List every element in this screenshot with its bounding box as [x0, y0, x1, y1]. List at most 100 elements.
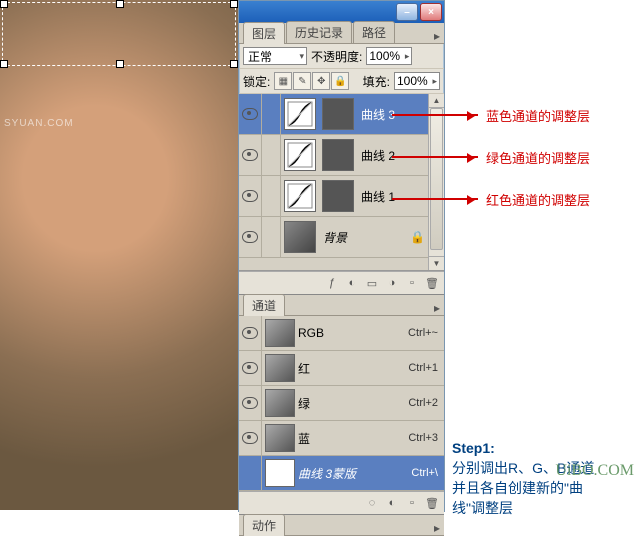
visibility-toggle[interactable]: [239, 135, 262, 175]
channels-tabs: 通道 ▸: [239, 295, 444, 316]
arrow-icon: [392, 156, 478, 158]
transform-bounding-box[interactable]: [2, 2, 236, 66]
link-column[interactable]: [262, 94, 281, 134]
page-watermark: UiBO.COM: [555, 462, 634, 480]
channel-list: RGB Ctrl+~ 红 Ctrl+1 绿 Ctrl+2 蓝 Ctrl+3: [239, 316, 444, 491]
tab-actions[interactable]: 动作: [243, 514, 285, 536]
tab-history[interactable]: 历史记录: [286, 21, 352, 43]
lock-label: 锁定:: [243, 73, 270, 90]
visibility-toggle[interactable]: [239, 316, 262, 350]
minimize-button[interactable]: –: [396, 3, 418, 21]
channel-row-green[interactable]: 绿 Ctrl+2: [239, 386, 444, 421]
visibility-toggle[interactable]: [239, 176, 262, 216]
mask-thumb[interactable]: [322, 180, 354, 212]
channel-thumb[interactable]: [265, 319, 295, 347]
document-canvas[interactable]: SYUAN.COM: [0, 0, 238, 510]
link-column[interactable]: [262, 176, 281, 216]
palette-titlebar[interactable]: – ×: [239, 1, 444, 23]
load-selection-icon[interactable]: ◌: [364, 495, 380, 511]
lock-row: 锁定: ▦ ✎ ✥ 🔒 填充: 100%: [239, 69, 444, 94]
lock-move-icon[interactable]: ✥: [312, 72, 330, 90]
adjustment-thumb[interactable]: [284, 98, 316, 130]
step-title: Step1:: [452, 438, 495, 458]
channel-thumb[interactable]: [265, 354, 295, 382]
panel-menu-icon[interactable]: ▸: [430, 521, 444, 535]
lock-paint-icon[interactable]: ✎: [293, 72, 311, 90]
visibility-toggle[interactable]: [239, 386, 262, 420]
opacity-input[interactable]: 100%: [366, 47, 412, 65]
palette-window: – × 图层 历史记录 路径 ▸ 正常 不透明度: 100% 锁定: ▦ ✎ ✥…: [238, 0, 445, 512]
visibility-toggle[interactable]: [239, 351, 262, 385]
arrow-icon: [392, 198, 478, 200]
layer-mask-icon[interactable]: ◐: [344, 275, 360, 291]
layers-panel: 图层 历史记录 路径 ▸ 正常 不透明度: 100% 锁定: ▦ ✎ ✥ 🔒 填…: [239, 23, 444, 294]
photo-content: [0, 0, 238, 510]
channel-name: 曲线 3蒙版: [298, 465, 411, 482]
scroll-thumb[interactable]: [430, 108, 443, 250]
layer-name[interactable]: 曲线 1: [361, 188, 395, 205]
panel-menu-icon[interactable]: ▸: [430, 301, 444, 315]
adjustment-thumb[interactable]: [284, 139, 316, 171]
visibility-toggle[interactable]: [239, 456, 262, 490]
channel-thumb[interactable]: [265, 459, 295, 487]
layer-row-curve1[interactable]: 曲线 1: [239, 176, 444, 217]
channel-row-blue[interactable]: 蓝 Ctrl+3: [239, 421, 444, 456]
channels-footer: ◌ ◐ ▫ 🗑: [239, 491, 444, 514]
layer-set-icon[interactable]: ▭: [364, 275, 380, 291]
layer-style-icon[interactable]: ƒ: [324, 275, 340, 291]
link-column[interactable]: [262, 217, 281, 257]
transform-handle[interactable]: [230, 60, 238, 68]
visibility-toggle[interactable]: [239, 94, 262, 134]
mask-thumb[interactable]: [322, 98, 354, 130]
panel-menu-icon[interactable]: ▸: [430, 29, 444, 43]
layer-scrollbar[interactable]: ▲ ▼: [428, 94, 444, 270]
tab-layers[interactable]: 图层: [243, 22, 285, 44]
transform-handle[interactable]: [116, 0, 124, 8]
fill-input[interactable]: 100%: [394, 72, 440, 90]
fill-value: 100%: [397, 74, 428, 88]
channel-row-rgb[interactable]: RGB Ctrl+~: [239, 316, 444, 351]
transform-handle[interactable]: [230, 0, 238, 8]
blend-mode-select[interactable]: 正常: [243, 47, 307, 65]
scroll-up-icon[interactable]: ▲: [429, 94, 444, 108]
layer-name[interactable]: 曲线 3: [361, 106, 395, 123]
channel-row-red[interactable]: 红 Ctrl+1: [239, 351, 444, 386]
layer-thumb[interactable]: [284, 221, 316, 253]
lock-icon: 🔒: [410, 230, 425, 244]
channel-thumb[interactable]: [265, 424, 295, 452]
layer-row-background[interactable]: 背景 🔒: [239, 217, 444, 258]
channel-row-mask[interactable]: 曲线 3蒙版 Ctrl+\: [239, 456, 444, 491]
delete-channel-icon[interactable]: 🗑: [424, 495, 440, 511]
annotation-red: 红色通道的调整层: [486, 190, 590, 209]
layer-name[interactable]: 曲线 2: [361, 147, 395, 164]
eye-icon: [242, 149, 258, 161]
adjustment-layer-icon[interactable]: ◑: [384, 275, 400, 291]
delete-layer-icon[interactable]: 🗑: [424, 275, 440, 291]
visibility-toggle[interactable]: [239, 217, 262, 257]
annotation-overlay: 蓝色通道的调整层 绿色通道的调整层 红色通道的调整层 Step1: 分别调出R、…: [446, 0, 636, 510]
visibility-toggle[interactable]: [239, 421, 262, 455]
new-channel-icon[interactable]: ▫: [404, 495, 420, 511]
tab-channels[interactable]: 通道: [243, 294, 285, 316]
channel-thumb[interactable]: [265, 389, 295, 417]
lock-transparency-icon[interactable]: ▦: [274, 72, 292, 90]
transform-handle[interactable]: [0, 60, 8, 68]
layer-list: 曲线 3 曲线 2 曲线 1 背景 🔒: [239, 94, 444, 271]
adjustment-thumb[interactable]: [284, 180, 316, 212]
panel-tabs: 图层 历史记录 路径 ▸: [239, 23, 444, 44]
eye-icon: [242, 432, 258, 444]
close-button[interactable]: ×: [420, 3, 442, 21]
scroll-down-icon[interactable]: ▼: [429, 256, 444, 270]
link-column[interactable]: [262, 135, 281, 175]
transform-handle[interactable]: [116, 60, 124, 68]
channel-name: RGB: [298, 326, 408, 340]
transform-handle[interactable]: [0, 0, 8, 8]
mask-thumb[interactable]: [322, 139, 354, 171]
save-selection-icon[interactable]: ◐: [384, 495, 400, 511]
annotation-blue: 蓝色通道的调整层: [486, 106, 590, 125]
new-layer-icon[interactable]: ▫: [404, 275, 420, 291]
tab-paths[interactable]: 路径: [353, 21, 395, 43]
layer-name[interactable]: 背景: [323, 229, 347, 246]
step-line: 线"调整层: [452, 498, 513, 518]
lock-all-icon[interactable]: 🔒: [331, 72, 349, 90]
